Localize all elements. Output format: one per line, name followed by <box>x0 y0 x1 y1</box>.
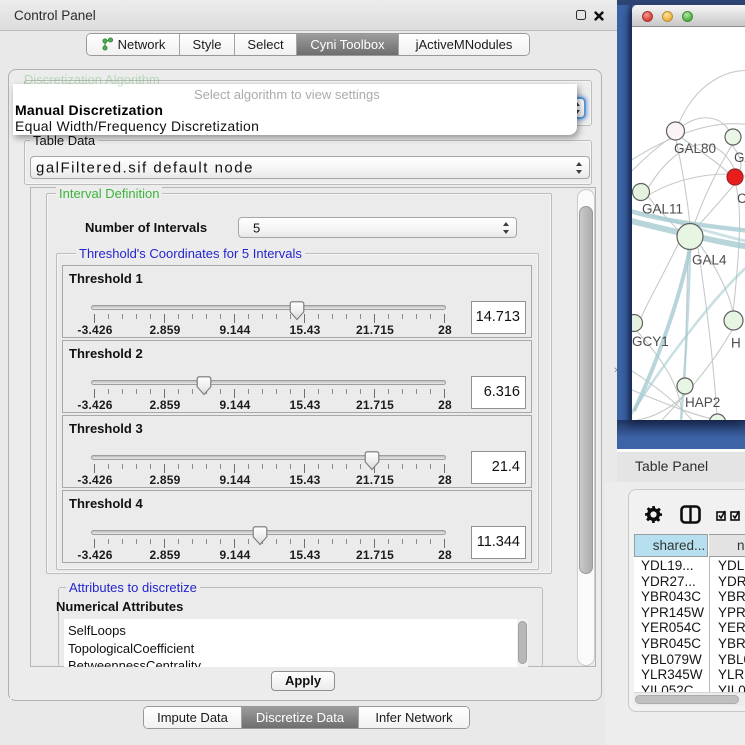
svg-text:H: H <box>731 336 741 351</box>
svg-text:GCY1: GCY1 <box>632 334 669 349</box>
svg-text:HAP2: HAP2 <box>685 395 720 410</box>
svg-text:GAL80: GAL80 <box>674 141 716 156</box>
svg-text:GA: GA <box>734 150 745 165</box>
svg-text:GAL11: GAL11 <box>642 202 683 217</box>
svg-text:C: C <box>737 191 745 206</box>
svg-text:GAL4: GAL4 <box>692 253 727 268</box>
